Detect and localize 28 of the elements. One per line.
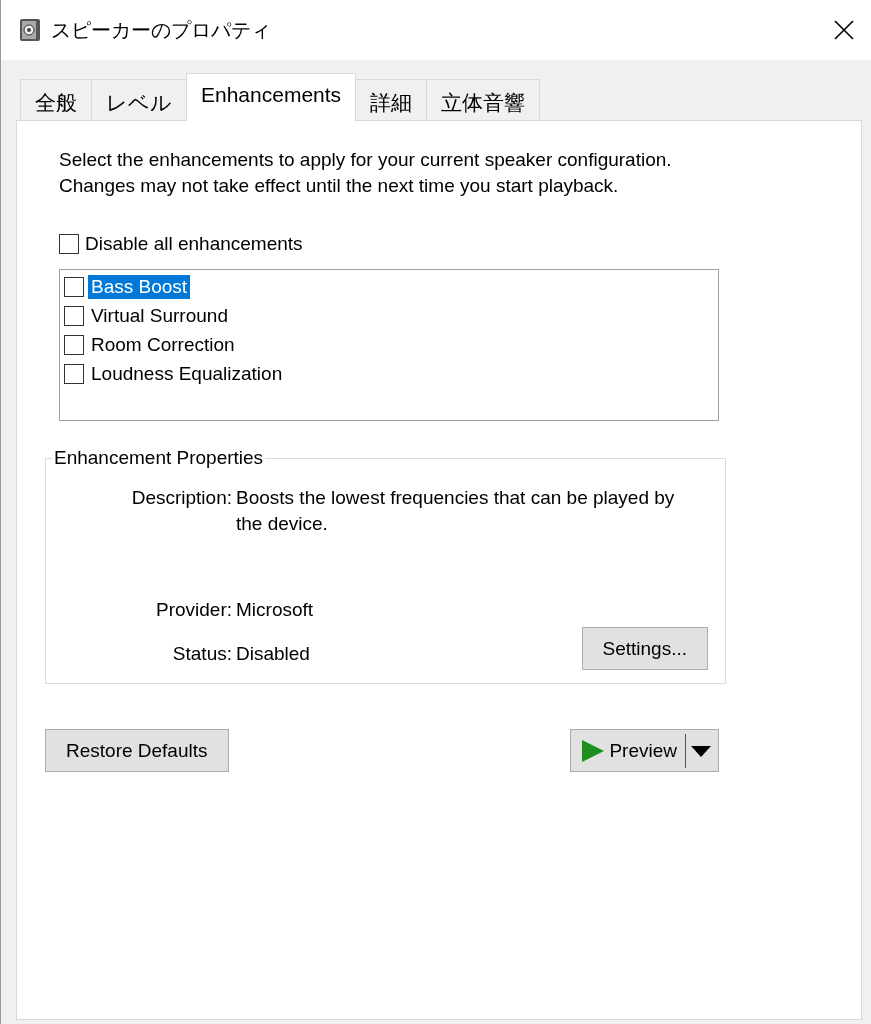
checkbox[interactable]: [64, 334, 84, 355]
list-item[interactable]: Virtual Surround: [88, 303, 231, 328]
property-value: Boosts the lowest frequencies that can be played by the device.: [236, 486, 676, 536]
property-value: Disabled: [236, 642, 310, 666]
checkbox[interactable]: [64, 276, 84, 297]
checkbox-label[interactable]: Disable all enhancements: [85, 233, 303, 255]
list-item[interactable]: Loudness Equalization: [88, 361, 286, 386]
list-item[interactable]: Room Correction: [88, 332, 238, 357]
instruction-text: Select the enhancements to apply for your current speaker configuration. Changes may not take effect until the next time you start playback.: [59, 148, 673, 198]
tab[interactable]: 立体音響: [426, 79, 541, 121]
checkbox[interactable]: [64, 305, 84, 326]
tab[interactable]: 全般: [20, 79, 92, 121]
play-icon: [581, 738, 606, 763]
preview-button[interactable]: Preview: [570, 729, 719, 772]
tab[interactable]: Enhancements: [186, 73, 357, 121]
close-icon[interactable]: [833, 19, 855, 41]
dropdown-icon[interactable]: [690, 743, 712, 758]
settings-button[interactable]: Settings...: [581, 627, 708, 670]
speaker-icon: [19, 18, 41, 42]
property-value: Microsoft: [236, 598, 314, 622]
window-title: スピーカーのプロパティ: [51, 17, 272, 43]
checkbox[interactable]: [59, 234, 79, 254]
property-label: Status:: [171, 642, 232, 666]
property-label: Description:: [130, 486, 232, 510]
property-label: Provider:: [154, 598, 232, 622]
restore-defaults-button[interactable]: Restore Defaults: [45, 729, 229, 772]
list-item[interactable]: Bass Boost: [88, 274, 191, 299]
checkbox[interactable]: [64, 363, 84, 384]
